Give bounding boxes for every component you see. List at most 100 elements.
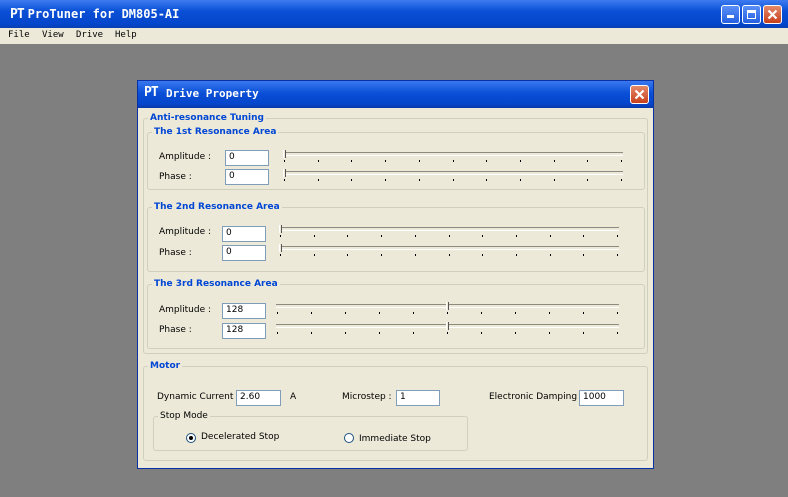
close-icon [634, 89, 645, 100]
slider-tick [413, 332, 414, 334]
slider-tick [482, 235, 483, 237]
slider-thumb[interactable] [279, 244, 282, 252]
area-3-phase-input[interactable]: 128 [222, 323, 266, 339]
stop-mode-label: Stop Mode [160, 411, 208, 421]
slider-track [279, 227, 619, 231]
area-2-amplitude-label: Amplitude : [159, 227, 212, 237]
slider-tick [583, 312, 584, 314]
slider-tick [621, 179, 622, 181]
stop-mode-group: Stop Mode [153, 411, 468, 451]
menu-drive[interactable]: Drive [76, 30, 103, 40]
slider-tick [311, 332, 312, 334]
slider-tick [453, 179, 454, 181]
slider-tick [549, 332, 550, 334]
slider-tick [449, 254, 450, 256]
slider-tick [520, 179, 521, 181]
dialog-title-bar[interactable]: PT Drive Property [138, 81, 653, 108]
area-2-amplitude-input[interactable]: 0 [222, 226, 266, 242]
area-2-amplitude-slider[interactable] [279, 224, 619, 238]
area-1-amplitude-slider[interactable] [283, 149, 623, 163]
resonance-area-1-label: The 1st Resonance Area [154, 127, 277, 137]
slider-thumb[interactable] [283, 169, 286, 177]
slider-thumb[interactable] [279, 225, 282, 233]
slider-tick [617, 235, 618, 237]
slider-tick [314, 254, 315, 256]
decelerated-stop-radio[interactable] [186, 433, 196, 443]
slider-tick [520, 160, 521, 162]
slider-tick [385, 160, 386, 162]
dynamic-current-input[interactable]: 2.60 [236, 390, 281, 406]
slider-tick [587, 160, 588, 162]
immediate-stop-label[interactable]: Immediate Stop [359, 434, 431, 444]
slider-tick [447, 312, 448, 314]
slider-tick [347, 235, 348, 237]
dialog-logo: PT [144, 85, 159, 100]
app-logo: PT [10, 6, 25, 22]
current-unit: A [290, 392, 297, 402]
decelerated-stop-label[interactable]: Decelerated Stop [201, 432, 279, 442]
area-3-amplitude-slider[interactable] [276, 301, 619, 315]
slider-tick [587, 179, 588, 181]
slider-tick [413, 312, 414, 314]
menu-help[interactable]: Help [115, 30, 137, 40]
electronic-damping-input[interactable]: 1000 [579, 390, 624, 406]
minimize-icon [727, 15, 734, 18]
slider-tick [486, 179, 487, 181]
area-2-phase-slider[interactable] [279, 243, 619, 257]
dialog-close-button[interactable] [630, 85, 649, 104]
area-3-amplitude-input[interactable]: 128 [222, 303, 266, 319]
area-1-phase-slider[interactable] [283, 168, 623, 182]
slider-tick [284, 179, 285, 181]
slider-track [279, 246, 619, 250]
area-1-phase-input[interactable]: 0 [225, 169, 269, 185]
menu-view[interactable]: View [42, 30, 64, 40]
close-button[interactable] [763, 5, 782, 24]
electronic-damping-label: Electronic Damping : [489, 392, 583, 402]
immediate-stop-radio[interactable] [344, 433, 354, 443]
slider-track [283, 152, 623, 156]
dynamic-current-label: Dynamic Current : [157, 392, 240, 402]
slider-tick [621, 160, 622, 162]
slider-tick [515, 332, 516, 334]
slider-tick [277, 312, 278, 314]
slider-tick [345, 332, 346, 334]
resonance-area-3-label: The 3rd Resonance Area [154, 279, 278, 289]
slider-tick [419, 179, 420, 181]
slider-tick [351, 160, 352, 162]
close-icon [767, 9, 778, 20]
slider-tick [554, 160, 555, 162]
menu-file[interactable]: File [8, 30, 30, 40]
slider-tick [550, 235, 551, 237]
maximize-icon [747, 10, 756, 19]
slider-tick [318, 179, 319, 181]
slider-tick [481, 332, 482, 334]
slider-tick [617, 332, 618, 334]
slider-tick [550, 254, 551, 256]
slider-tick [453, 160, 454, 162]
microstep-input[interactable]: 1 [396, 390, 440, 406]
area-2-phase-label: Phase : [159, 248, 192, 258]
maximize-button[interactable] [742, 5, 761, 24]
app-title-bar[interactable]: PT ProTuner for DM805-AI [0, 0, 788, 28]
slider-tick [583, 254, 584, 256]
slider-thumb[interactable] [283, 150, 286, 158]
area-3-phase-label: Phase : [159, 325, 192, 335]
menu-bar: File View Drive Help [0, 28, 788, 44]
slider-tick [345, 312, 346, 314]
slider-tick [617, 254, 618, 256]
slider-thumb[interactable] [446, 322, 449, 330]
slider-tick [515, 312, 516, 314]
slider-tick [415, 235, 416, 237]
area-2-phase-input[interactable]: 0 [222, 245, 266, 261]
slider-tick [280, 235, 281, 237]
slider-thumb[interactable] [446, 302, 449, 310]
slider-tick [318, 160, 319, 162]
slider-tick [381, 254, 382, 256]
area-1-amplitude-input[interactable]: 0 [225, 150, 269, 166]
motor-label: Motor [150, 361, 181, 371]
slider-tick [516, 254, 517, 256]
area-3-phase-slider[interactable] [276, 321, 619, 335]
slider-tick [617, 312, 618, 314]
slider-tick [449, 235, 450, 237]
minimize-button[interactable] [721, 5, 740, 24]
